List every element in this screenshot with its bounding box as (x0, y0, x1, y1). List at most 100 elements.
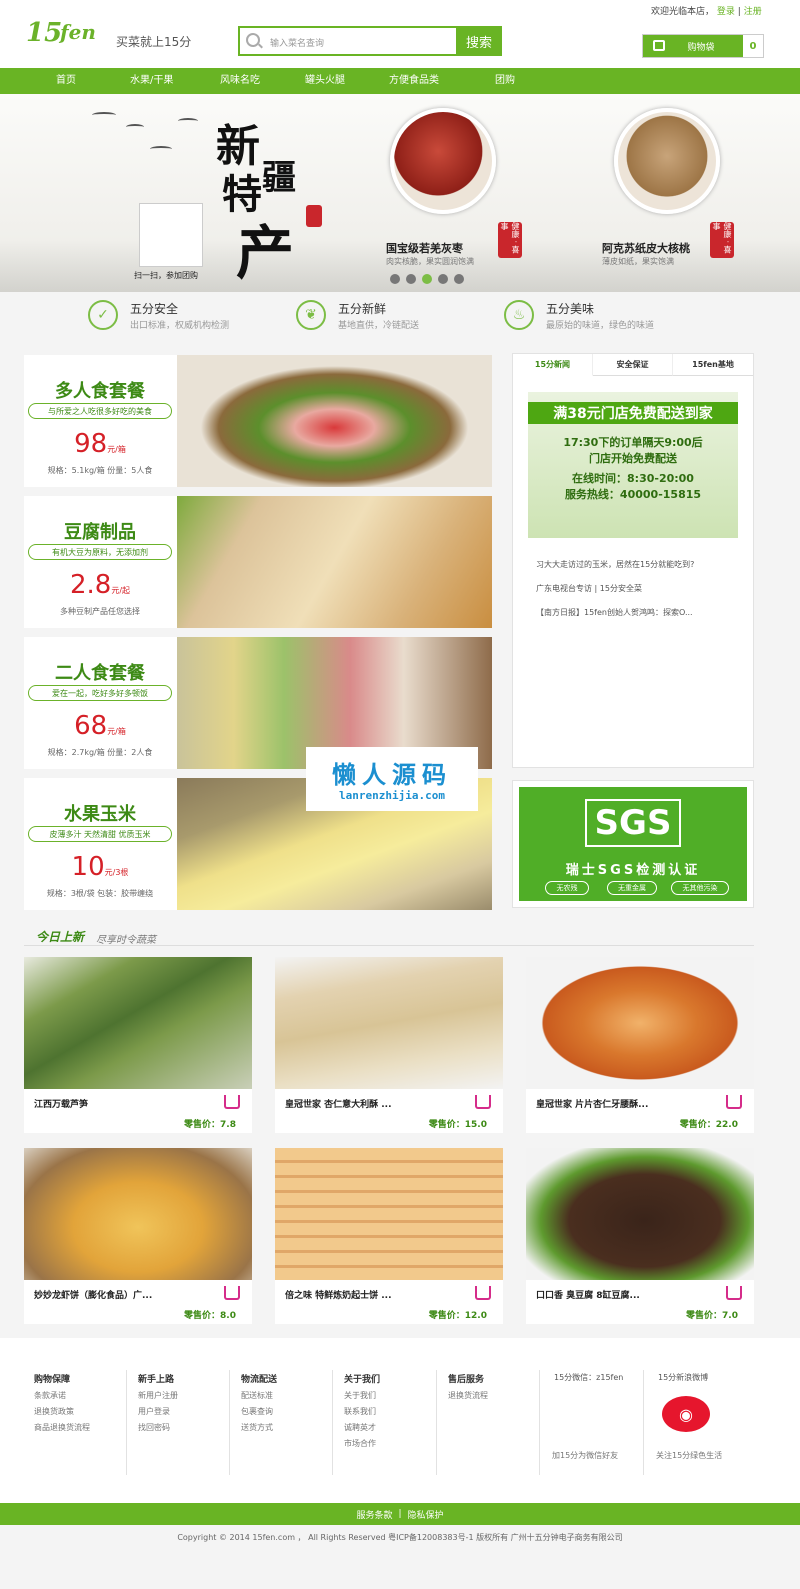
promo-title: 豆腐制品 (64, 522, 136, 543)
search-button[interactable]: 搜索 (456, 26, 502, 56)
footer-link[interactable]: 关于我们 (344, 1390, 376, 1401)
footer-link[interactable]: 商品退换货流程 (34, 1422, 90, 1433)
promo-price-value: 98 (74, 429, 108, 459)
delivery-line: 门店开始免费配送 (589, 452, 677, 465)
add-to-cart-icon[interactable] (475, 1095, 491, 1109)
red-seal-stamp: 健康 · 喜事 (498, 222, 522, 258)
product-price: 零售价：8.0 (184, 1311, 236, 1321)
privacy-link[interactable]: 隐私保护 (408, 1508, 444, 1521)
almond-pastry-image (275, 957, 503, 1089)
logo-number: 15 (26, 18, 63, 48)
product-card[interactable]: 倍之味 特鲜炼奶起士饼 ... 零售价：12.0 (275, 1148, 503, 1324)
promo-price: 98元/箱 (24, 429, 176, 459)
delivery-line: 服务热线：40000-15815 (564, 488, 702, 501)
add-to-cart-icon[interactable] (224, 1095, 240, 1109)
product-name[interactable]: 江西万载芦笋 (34, 1097, 219, 1110)
footer-link[interactable]: 找回密码 (138, 1422, 170, 1433)
product-name[interactable]: 皇冠世家 片片杏仁牙腰酥... (536, 1097, 721, 1110)
product-price: 零售价：15.0 (428, 1120, 487, 1130)
promo-price-unit: 元/箱 (107, 727, 126, 736)
tableware-icon: ♨ (504, 300, 534, 330)
product-card[interactable]: 皇冠世家 片片杏仁牙腰酥... 零售价：22.0 (526, 957, 754, 1133)
footer-col-title: 物流配送 (241, 1375, 278, 1385)
seal-text: 健康 · 喜事 (712, 222, 732, 254)
promo-card[interactable]: 豆腐制品 有机大豆为原料，无添加剂 2.8元/起 多种豆制产品任您选择 (24, 496, 492, 628)
site-logo[interactable]: 15 fen (26, 18, 116, 48)
carousel-dot[interactable] (406, 274, 416, 284)
product-card[interactable]: 江西万载芦笋 零售价：7.8 (24, 957, 252, 1133)
footer-bar: 服务条款 | 隐私保护 (0, 1503, 800, 1525)
footer-link[interactable]: 诚聘英才 (344, 1422, 376, 1433)
promo-title: 二人食套餐 (55, 663, 145, 684)
nav-item-group-buy[interactable]: 团购 (495, 68, 515, 94)
nav-item-snacks[interactable]: 风味名吃 (220, 68, 260, 94)
product-card[interactable]: 妙妙龙虾饼（膨化食品）广... 零售价：8.0 (24, 1148, 252, 1324)
cart-button[interactable]: 购物袋 0 (642, 34, 764, 58)
sgs-certification-card[interactable]: SGS 瑞士SGS检测认证 无农残 无重金属 无其他污染 (512, 780, 754, 908)
tab-base[interactable]: 15fen基地 (673, 354, 753, 376)
footer-link[interactable]: 配送标准 (241, 1390, 273, 1401)
promo-price-unit: 元/箱 (107, 445, 126, 454)
feature-title: 五分美味 (546, 302, 595, 316)
watermark-url: lanrenzhijia.com (339, 789, 445, 802)
promo-price-value: 10 (71, 852, 105, 882)
footer-link[interactable]: 包裹查询 (241, 1406, 273, 1417)
news-item[interactable]: 广东电视台专访 | 15分安全菜 (536, 583, 736, 594)
product-card[interactable]: 皇冠世家 杏仁意大利酥 ... 零售价：15.0 (275, 957, 503, 1133)
shield-icon: ✓ (88, 300, 118, 330)
weibo-caption: 关注15分绿色生活 (656, 1451, 723, 1460)
footer-link[interactable]: 送货方式 (241, 1422, 273, 1433)
carousel-dot[interactable] (390, 274, 400, 284)
add-to-cart-icon[interactable] (224, 1286, 240, 1300)
nav-item-canned[interactable]: 罐头火腿 (305, 68, 345, 94)
section-title: 今日上新 (36, 930, 85, 944)
carousel-dot[interactable] (438, 274, 448, 284)
delivery-promo-banner[interactable]: 满38元门店免费配送到家 17:30下的订单隔天9:00后 门店开始免费配送 在… (528, 392, 738, 538)
footer-link[interactable]: 退换货流程 (448, 1390, 488, 1401)
tab-safety[interactable]: 安全保证 (593, 354, 673, 376)
product-name[interactable]: 妙妙龙虾饼（膨化食品）广... (34, 1288, 219, 1301)
footer-link[interactable]: 新用户注册 (138, 1390, 178, 1401)
bird-decoration (178, 118, 198, 124)
banner-title-char: 产 (236, 219, 295, 287)
feature-title: 五分安全 (130, 302, 179, 316)
footer-link[interactable]: 市场合作 (344, 1438, 376, 1449)
carousel-dot-active[interactable] (422, 274, 432, 284)
banner-product-desc: 肉实核脆，果实圆润饱满 (386, 257, 474, 266)
carousel-dot[interactable] (454, 274, 464, 284)
main-nav: 首页 水果/干果 风味名吃 罐头火腿 方便食品类 团购 (0, 68, 800, 94)
register-link[interactable]: 注册 (744, 7, 762, 17)
red-seal-stamp: 健康 · 喜事 (710, 222, 734, 258)
add-to-cart-icon[interactable] (726, 1095, 742, 1109)
nav-item-home[interactable]: 首页 (56, 68, 76, 94)
footer-col-title: 售后服务 (448, 1375, 485, 1385)
add-to-cart-icon[interactable] (475, 1286, 491, 1300)
product-name[interactable]: 倍之味 特鲜炼奶起士饼 ... (285, 1288, 470, 1301)
search-input[interactable]: 输入菜名查询 (270, 36, 324, 49)
product-name[interactable]: 皇冠世家 杏仁意大利酥 ... (285, 1097, 470, 1110)
cart-label-area: 购物袋 (643, 35, 743, 57)
terms-link[interactable]: 服务条款 (356, 1508, 392, 1521)
promo-spec: 规格：2.7kg/箱 份量：2人食 (47, 748, 153, 757)
add-to-cart-icon[interactable] (726, 1286, 742, 1300)
weibo-icon[interactable]: ◉ (662, 1396, 710, 1432)
product-name[interactable]: 口口香 臭豆腐 8缸豆腐... (536, 1288, 721, 1301)
tab-news[interactable]: 15分新闻 (513, 354, 593, 376)
product-card[interactable]: 口口香 臭豆腐 8缸豆腐... 零售价：7.0 (526, 1148, 754, 1324)
banner-product-desc: 薄皮如纸，果实饱满 (602, 257, 674, 266)
banner-product-name: 国宝级若羌灰枣 (386, 242, 463, 255)
nav-item-fruits[interactable]: 水果/干果 (130, 68, 173, 94)
footer-link[interactable]: 联系我们 (344, 1406, 376, 1417)
promo-price: 10元/3根 (24, 852, 176, 882)
footer-link[interactable]: 用户登录 (138, 1406, 170, 1417)
nav-item-instant[interactable]: 方便食品类 (389, 68, 439, 94)
footer-link[interactable]: 条款承诺 (34, 1390, 66, 1401)
promo-card[interactable]: 多人食套餐 与所爱之人吃很多好吃的美食 98元/箱 规格：5.1kg/箱 份量：… (24, 355, 492, 487)
news-item[interactable]: 习大大走访过的玉米，居然在15分就能吃到? (536, 559, 736, 570)
cart-count: 0 (749, 40, 757, 52)
login-link[interactable]: 登录 (717, 7, 735, 17)
promo-slogan: 与所爱之人吃很多好吃的美食 (28, 403, 172, 419)
news-item[interactable]: 【南方日报】15fen创始人贺鸿鸣：探索O... (536, 607, 736, 618)
footer-link[interactable]: 退换货政策 (34, 1406, 74, 1417)
seal-text: 健康 · 喜事 (500, 222, 520, 254)
